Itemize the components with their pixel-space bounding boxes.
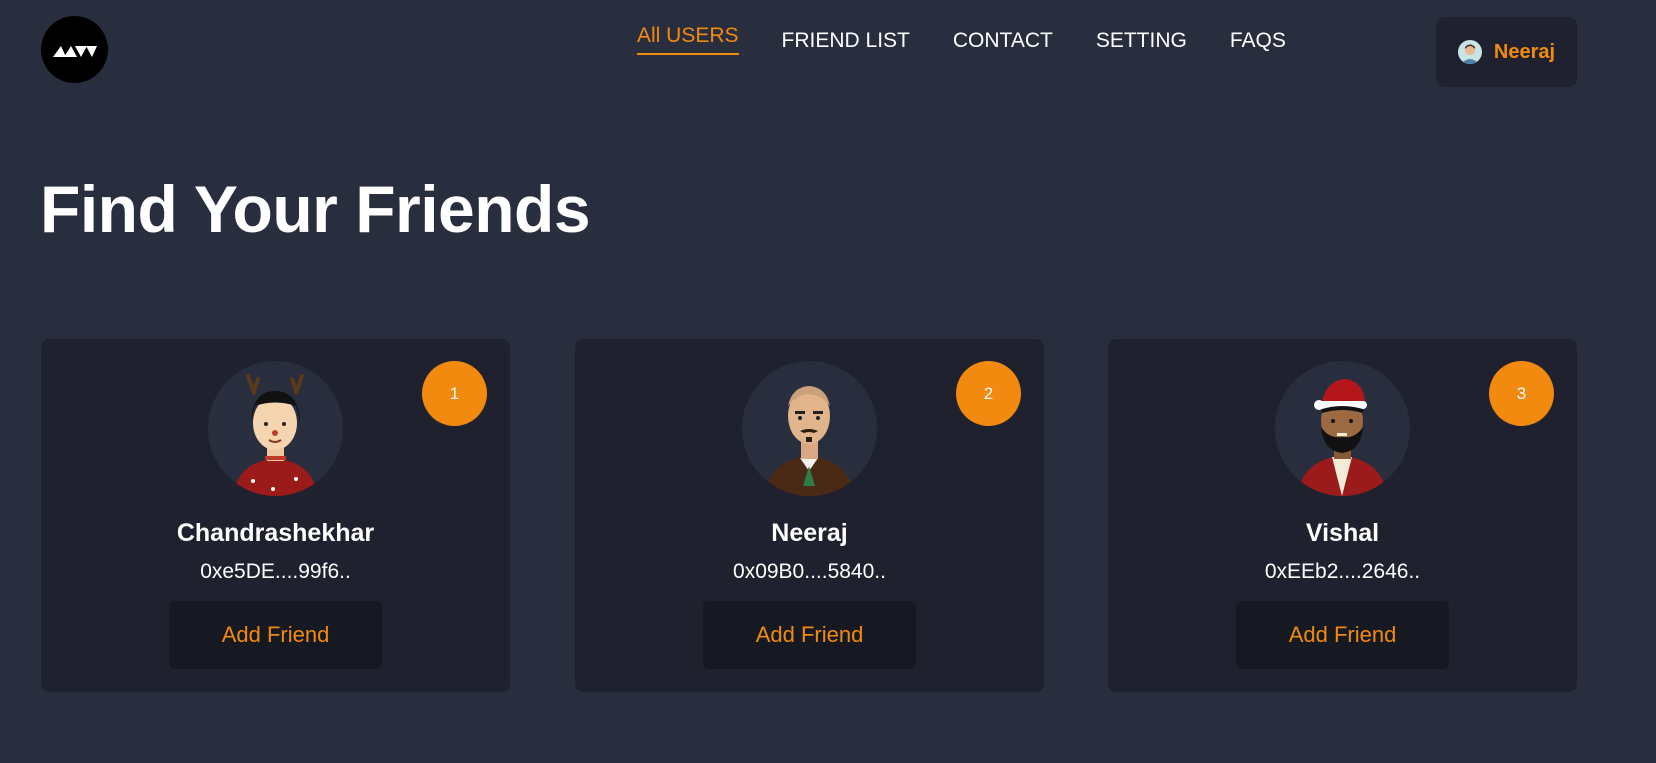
- user-avatar-icon: [1457, 40, 1482, 64]
- user-menu-button[interactable]: Neeraj: [1436, 17, 1577, 87]
- friend-index-badge: 1: [422, 361, 487, 426]
- friend-name: Chandrashekhar: [176, 519, 375, 547]
- page-title: Find Your Friends: [40, 172, 591, 246]
- friend-address: 0x09B0....5840..: [733, 560, 886, 583]
- friend-address: 0xEEb2....2646..: [1264, 560, 1421, 583]
- add-friend-button[interactable]: Add Friend: [169, 601, 382, 669]
- current-user-name: Neeraj: [1493, 40, 1556, 63]
- reindeer-girl-avatar-icon: [208, 361, 343, 496]
- nav-faqs[interactable]: FAQS: [1230, 28, 1286, 58]
- nav-friend-list[interactable]: FRIEND LIST: [782, 28, 910, 58]
- nav-contact[interactable]: CONTACT: [953, 28, 1053, 58]
- friend-name: Neeraj: [771, 519, 848, 547]
- friend-address: 0xe5DE....99f6..: [200, 560, 351, 583]
- bald-man-avatar-icon: [742, 361, 877, 496]
- main-nav: All USERS FRIEND LIST CONTACT SETTING FA…: [637, 24, 1329, 58]
- friend-index-badge: 2: [956, 361, 1021, 426]
- add-friend-button[interactable]: Add Friend: [703, 601, 916, 669]
- friend-index-badge: 3: [1489, 361, 1554, 426]
- friend-card: 2 Neeraj 0x09B0....5840.. Add Friend: [575, 339, 1044, 692]
- friend-card: 1 Chandrashekhar 0xe5DE....99f6.. Add Fr…: [41, 339, 510, 692]
- nav-setting[interactable]: SETTING: [1096, 28, 1187, 58]
- page: All USERS FRIEND LIST CONTACT SETTING FA…: [0, 0, 1656, 763]
- logo-icon[interactable]: [41, 16, 108, 83]
- add-friend-button[interactable]: Add Friend: [1236, 601, 1449, 669]
- friend-name: Vishal: [1305, 519, 1380, 547]
- nav-all-users[interactable]: All USERS: [637, 23, 739, 56]
- friend-card: 3 Vishal 0xEEb2....2646.. Add Friend: [1108, 339, 1577, 692]
- santa-hat-man-avatar-icon: [1275, 361, 1410, 496]
